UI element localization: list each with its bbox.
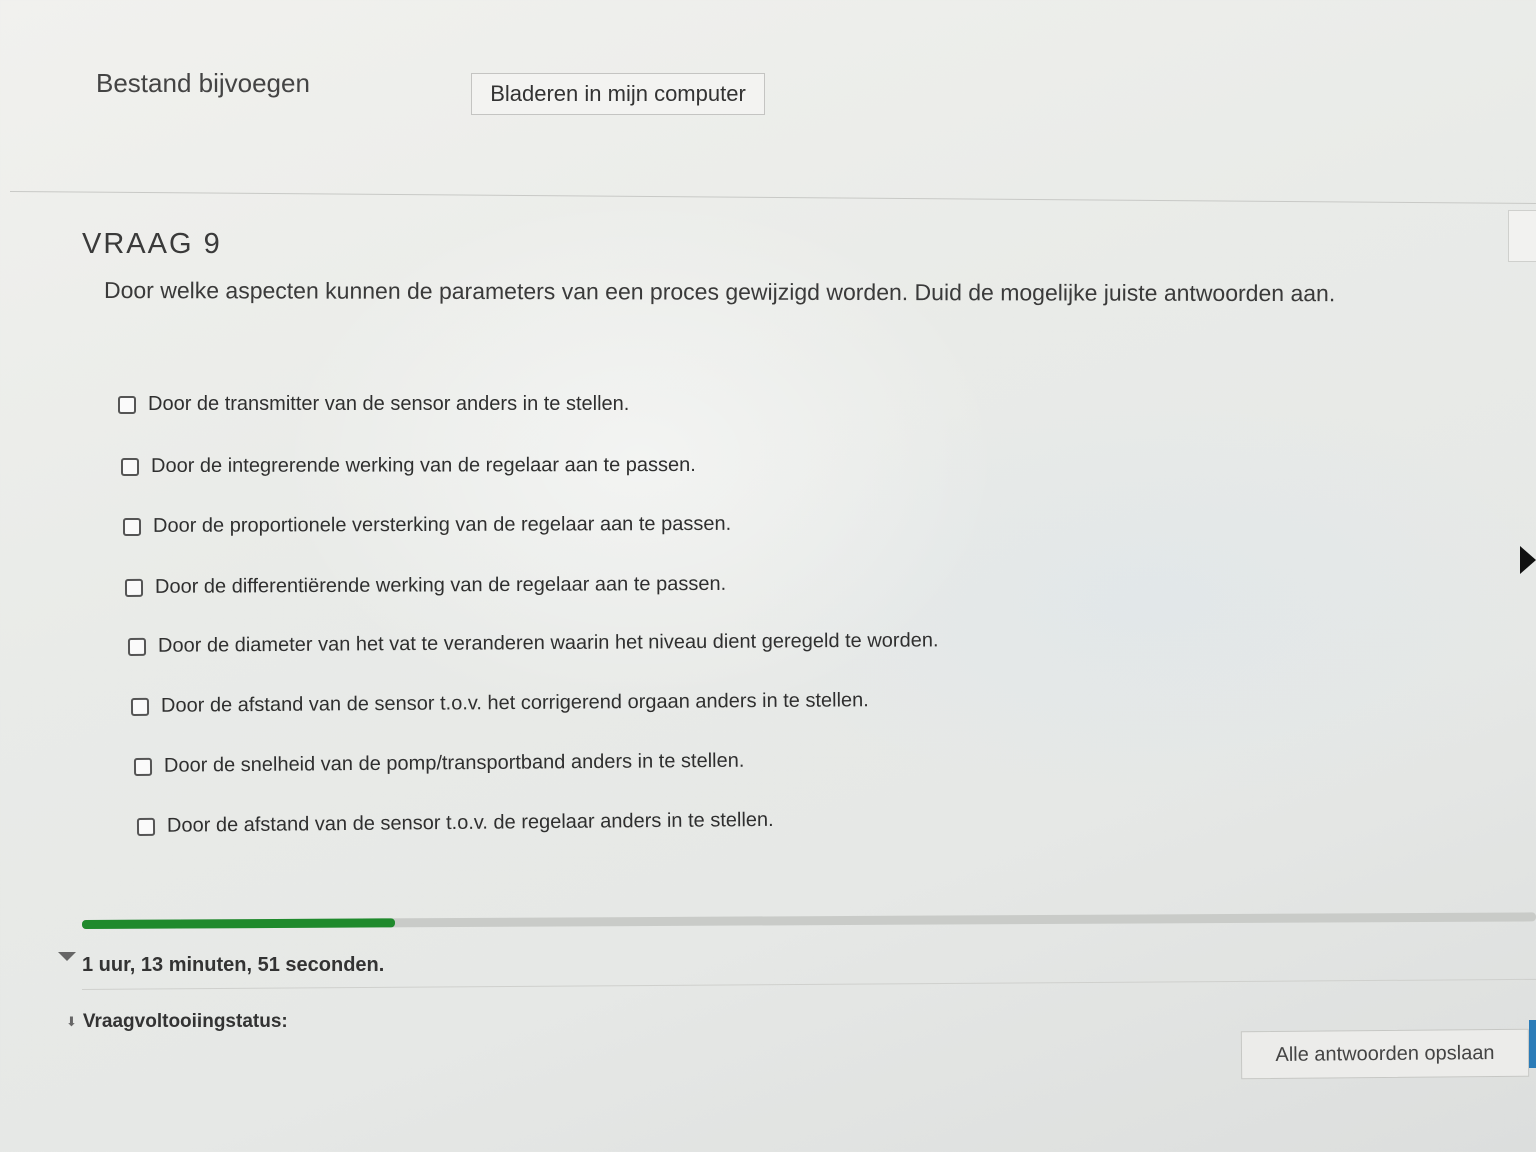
answer-option[interactable]: Door de snelheid van de pomp/transportba… bbox=[133, 749, 745, 778]
answer-option-label: Door de diameter van het vat te verander… bbox=[157, 629, 939, 657]
answer-option-label: Door de snelheid van de pomp/transportba… bbox=[163, 749, 745, 777]
answer-checkbox[interactable] bbox=[120, 457, 140, 476]
answer-checkbox[interactable] bbox=[136, 817, 156, 836]
answer-option[interactable]: Door de proportionele versterking van de… bbox=[122, 512, 732, 538]
answer-option-label: Door de proportionele versterking van de… bbox=[152, 512, 732, 537]
timer-progress-fill bbox=[81, 918, 395, 929]
answer-option-label: Door de afstand van de sensor t.o.v. de … bbox=[166, 808, 774, 837]
next-arrow-icon[interactable] bbox=[1520, 546, 1536, 574]
answer-option-label: Door de differentiërende werking van de … bbox=[154, 572, 727, 598]
answer-checkbox[interactable] bbox=[124, 578, 144, 597]
answer-option-label: Door de integrerende werking van de rege… bbox=[150, 453, 696, 477]
answer-option[interactable]: Door de differentiërende werking van de … bbox=[124, 572, 727, 599]
caret-down-icon[interactable] bbox=[58, 952, 76, 961]
answer-option[interactable]: Door de diameter van het vat te verander… bbox=[127, 629, 939, 658]
timer-remaining-text: 1 uur, 13 minuten, 51 seconden. bbox=[82, 954, 385, 976]
save-all-answers-button[interactable]: Alle antwoorden opslaan bbox=[1240, 1028, 1530, 1080]
answer-checkbox[interactable] bbox=[127, 637, 147, 656]
answer-checkbox[interactable] bbox=[130, 697, 150, 716]
chevron-double-down-icon: ⬇ bbox=[66, 1014, 77, 1029]
answer-checkbox[interactable] bbox=[133, 757, 153, 776]
answer-option[interactable]: Door de afstand van de sensor t.o.v. de … bbox=[136, 808, 774, 838]
answer-option-label: Door de transmitter van de sensor anders… bbox=[148, 393, 630, 415]
completion-status-toggle[interactable]: ⬇ Vraagvoltooiingstatus: bbox=[66, 1011, 288, 1033]
answer-options: Door de transmitter van de sensor anders… bbox=[0, 0, 1536, 1152]
answer-checkbox[interactable] bbox=[118, 395, 136, 414]
answer-option[interactable]: Door de transmitter van de sensor anders… bbox=[118, 393, 629, 416]
completion-status-label: Vraagvoltooiingstatus: bbox=[82, 1011, 288, 1032]
accent-edge bbox=[1529, 1020, 1536, 1068]
answer-option-label: Door de afstand van de sensor t.o.v. het… bbox=[160, 689, 869, 717]
answer-option[interactable]: Door de integrerende werking van de rege… bbox=[120, 453, 696, 478]
answer-option[interactable]: Door de afstand van de sensor t.o.v. het… bbox=[130, 689, 869, 718]
answer-checkbox[interactable] bbox=[122, 517, 142, 536]
